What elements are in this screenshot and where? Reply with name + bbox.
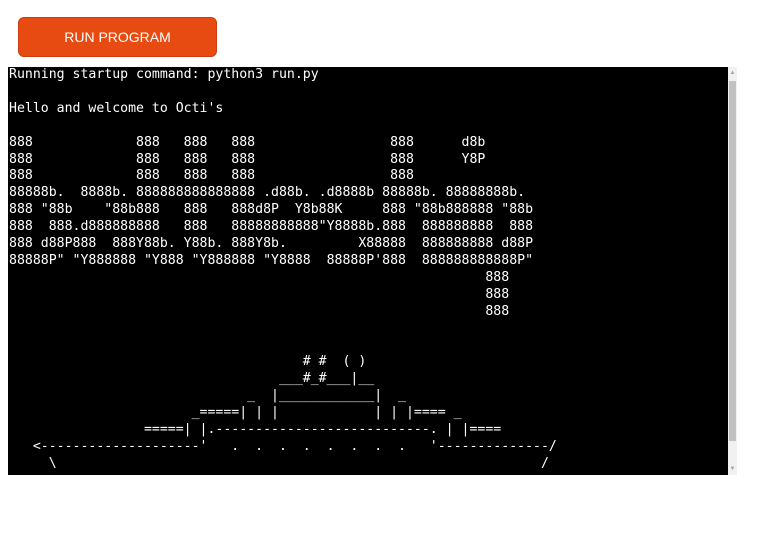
terminal-line: ___#_#___|__ bbox=[9, 371, 375, 387]
terminal-line: <--------------------' . . . . . . . . '… bbox=[9, 438, 557, 454]
terminal-line: 888 bbox=[9, 303, 510, 319]
terminal-scrollbar[interactable]: ▲ ▼ bbox=[728, 67, 737, 475]
terminal-line: 888 888 888 888 888 bbox=[9, 168, 414, 184]
terminal-line: 888 888 888 888 888 d8b bbox=[9, 134, 486, 150]
terminal-line: # # ( ) bbox=[9, 354, 367, 370]
terminal-line: Hello and welcome to Octi's bbox=[9, 100, 224, 116]
scroll-up-arrow-icon[interactable]: ▲ bbox=[728, 69, 737, 77]
terminal-line: \ / bbox=[9, 455, 549, 471]
terminal-line: 888 888 888 888 888 Y8P bbox=[9, 151, 486, 167]
terminal-line: 88888P" "Y888888 "Y888 "Y888888 "Y8888 8… bbox=[9, 252, 534, 268]
terminal-line: 888 d88P888 888Y88b. Y88b. 888Y8b. X8888… bbox=[9, 236, 534, 252]
terminal-line: =====| |.---------------------------. | … bbox=[9, 422, 502, 438]
run-program-button[interactable]: RUN PROGRAM bbox=[18, 17, 217, 57]
terminal-line: Running startup command: python3 run.py bbox=[9, 67, 319, 82]
terminal-line: 888 888.d888888888 888 88888888888"Y8888… bbox=[9, 219, 534, 235]
terminal-line: _ |____________| _ bbox=[9, 388, 406, 404]
terminal-line: 888 bbox=[9, 269, 510, 285]
terminal-line: 888 bbox=[9, 286, 510, 302]
scroll-thumb[interactable] bbox=[729, 81, 736, 441]
terminal-line: _=====| | | | | |==== _ bbox=[9, 405, 462, 421]
terminal-line: 888 "88b "88b888 888 888d8P Y8b88K 888 "… bbox=[9, 202, 534, 218]
terminal-output: Running startup command: python3 run.py … bbox=[8, 67, 557, 473]
terminal-window[interactable]: Running startup command: python3 run.py … bbox=[8, 67, 728, 475]
scroll-down-arrow-icon[interactable]: ▼ bbox=[728, 465, 737, 473]
terminal-line: 88888b. 8888b. 888888888888888 .d88b. .d… bbox=[9, 185, 526, 201]
